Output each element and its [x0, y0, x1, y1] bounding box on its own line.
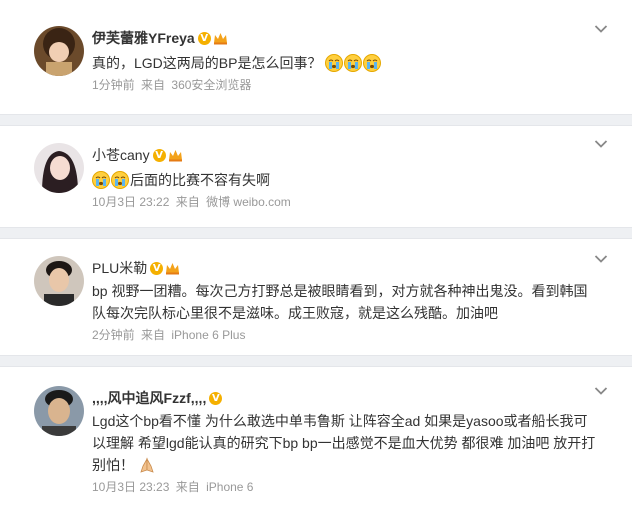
- post-1: 伊芙蕾雅YFreya V 真的，LGD这两局的BP是怎么回事？ 1分钟前 来自 …: [0, 22, 632, 110]
- source-prefix: 来自: [141, 78, 166, 92]
- source-prefix: 来自: [141, 328, 166, 342]
- post-source[interactable]: iPhone 6: [206, 480, 253, 494]
- post-2: 小苍cany V 后面的比赛不容有失啊 10月3日 23:22 来自 微博 we…: [0, 135, 632, 225]
- post-source[interactable]: 360安全浏览器: [171, 78, 251, 92]
- vip-crown-icon: [168, 149, 182, 161]
- post-content: 伊芙蕾雅YFreya V 真的，LGD这两局的BP是怎么回事？ 1分钟前 来自 …: [92, 22, 596, 93]
- crying-face-icon: [325, 54, 344, 72]
- post-time[interactable]: 10月3日 23:23: [92, 480, 169, 494]
- post-source[interactable]: 微博 weibo.com: [206, 195, 291, 209]
- vip-crown-icon: [166, 262, 180, 274]
- crying-face-icon: [111, 171, 129, 189]
- divider: [0, 114, 632, 126]
- post-time[interactable]: 10月3日 23:22: [92, 195, 169, 209]
- verified-badge: V: [150, 261, 164, 275]
- crying-face-icon: [363, 54, 382, 72]
- folded-hands-icon: [140, 457, 154, 473]
- crying-face-icon: [92, 171, 110, 189]
- avatar[interactable]: [34, 26, 84, 76]
- post-time[interactable]: 2分钟前: [92, 328, 135, 342]
- verified-badge: V: [197, 31, 211, 45]
- post-text: 真的，LGD这两局的BP是怎么回事？: [92, 52, 596, 74]
- post-source[interactable]: iPhone 6 Plus: [171, 328, 245, 342]
- post-text: Lgd这个bp看不懂 为什么敢选中单韦鲁斯 让阵容全ad 如果是yasoo或者船…: [92, 413, 596, 473]
- avatar[interactable]: [34, 256, 84, 306]
- post-content: PLU米勒 V bp 视野一团糟。每次己方打野总是被眼睛看到，对方就各种神出鬼没…: [92, 252, 596, 343]
- chevron-down-icon[interactable]: [594, 139, 608, 149]
- post-content: ,,,,风中追风Fzzf,,,, V Lgd这个bp看不懂 为什么敢选中单韦鲁斯…: [92, 380, 596, 495]
- chevron-down-icon[interactable]: [594, 386, 608, 396]
- username[interactable]: 伊芙蕾雅YFreya: [92, 28, 195, 48]
- username[interactable]: ,,,,风中追风Fzzf,,,,: [92, 388, 206, 408]
- post-content: 小苍cany V 后面的比赛不容有失啊 10月3日 23:22 来自 微博 we…: [92, 135, 596, 210]
- post-3: PLU米勒 V bp 视野一团糟。每次己方打野总是被眼睛看到，对方就各种神出鬼没…: [0, 252, 632, 362]
- post-4: ,,,,风中追风Fzzf,,,, V Lgd这个bp看不懂 为什么敢选中单韦鲁斯…: [0, 380, 632, 510]
- source-prefix: 来自: [175, 480, 200, 494]
- post-text: 后面的比赛不容有失啊: [92, 169, 596, 191]
- post-meta: 1分钟前 来自 360安全浏览器: [92, 77, 596, 93]
- post-meta: 2分钟前 来自 iPhone 6 Plus: [92, 327, 596, 343]
- vip-crown-icon: [213, 32, 227, 44]
- divider: [0, 227, 632, 239]
- post-meta: 10月3日 23:23 来自 iPhone 6: [92, 479, 596, 495]
- verified-badge: V: [209, 391, 223, 405]
- avatar[interactable]: [34, 143, 84, 193]
- crying-face-icon: [344, 54, 363, 72]
- username[interactable]: 小苍cany: [92, 145, 150, 165]
- post-time[interactable]: 1分钟前: [92, 78, 135, 92]
- source-prefix: 来自: [175, 195, 200, 209]
- chevron-down-icon[interactable]: [594, 254, 608, 264]
- post-meta: 10月3日 23:22 来自 微博 weibo.com: [92, 194, 596, 210]
- chevron-down-icon[interactable]: [594, 24, 608, 34]
- weibo-comment-feed: 伊芙蕾雅YFreya V 真的，LGD这两局的BP是怎么回事？ 1分钟前 来自 …: [0, 0, 632, 510]
- avatar[interactable]: [34, 386, 84, 436]
- verified-badge: V: [152, 148, 166, 162]
- username[interactable]: PLU米勒: [92, 258, 147, 278]
- divider: [0, 355, 632, 367]
- post-text: bp 视野一团糟。每次己方打野总是被眼睛看到，对方就各种神出鬼没。看到韩国队每次…: [92, 283, 588, 321]
